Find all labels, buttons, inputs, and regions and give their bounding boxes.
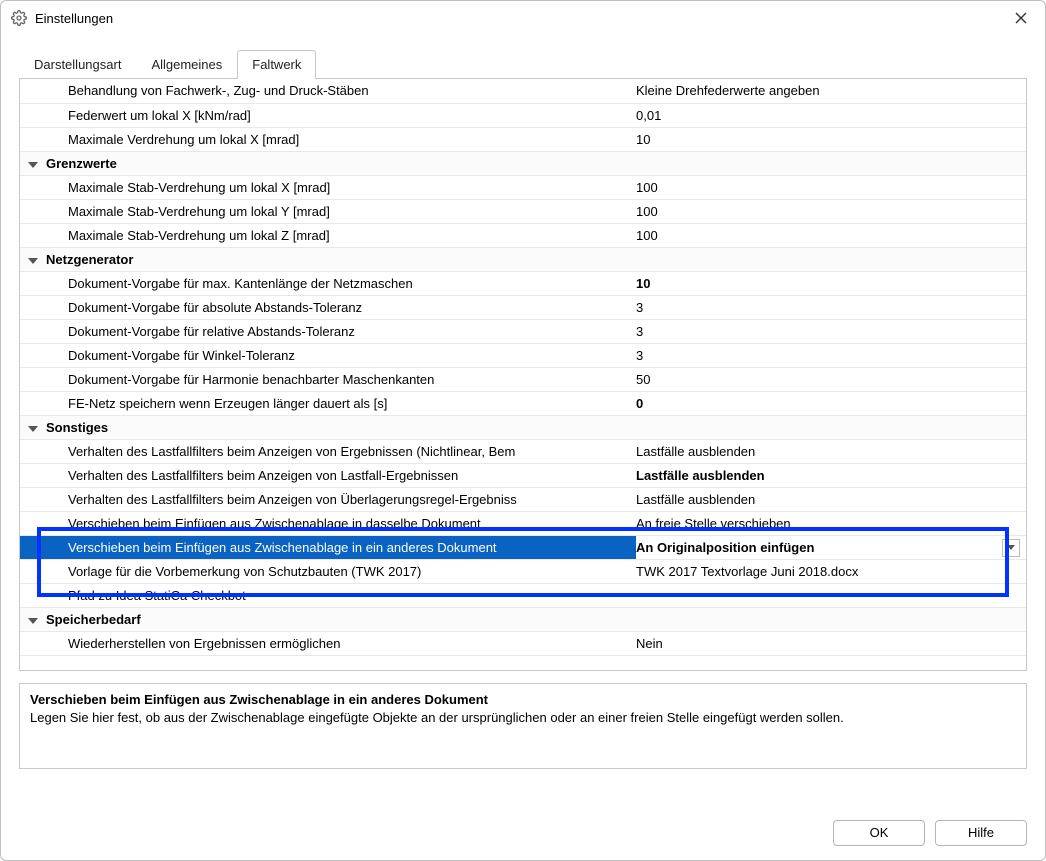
property-label: Dokument-Vorgabe für Harmonie benachbart…	[46, 367, 636, 391]
property-row[interactable]: Dokument-Vorgabe für absolute Abstands-T…	[20, 295, 1026, 319]
settings-panel: Behandlung von Fachwerk-, Zug- und Druck…	[19, 79, 1027, 671]
property-label: Verhalten des Lastfallfilters beim Anzei…	[46, 439, 636, 463]
property-value[interactable]: 3	[636, 319, 1026, 343]
description-box: Verschieben beim Einfügen aus Zwischenab…	[19, 683, 1027, 769]
property-row[interactable]: Wiederherstellen von Ergebnissen ermögli…	[20, 631, 1026, 655]
button-row: OK Hilfe	[833, 820, 1027, 846]
section-title: Speicherbedarf	[46, 607, 636, 631]
description-title: Verschieben beim Einfügen aus Zwischenab…	[30, 692, 1016, 707]
property-value[interactable]: Nein	[636, 631, 1026, 655]
property-value[interactable]: Lastfälle ausblenden	[636, 487, 1026, 511]
property-value[interactable]: Kleine Drehfederwerte angeben	[636, 79, 1026, 103]
property-label: Dokument-Vorgabe für max. Kantenlänge de…	[46, 271, 636, 295]
property-label: Maximale Stab-Verdrehung um lokal X [mra…	[46, 175, 636, 199]
property-row[interactable]: Verschieben beim Einfügen aus Zwischenab…	[20, 535, 1026, 559]
property-value[interactable]	[636, 583, 1026, 607]
section-title: Grenzwerte	[46, 151, 636, 175]
section-header[interactable]: Grenzwerte	[20, 151, 1026, 175]
property-row[interactable]: Verschieben beim Einfügen aus Zwischenab…	[20, 511, 1026, 535]
property-label: Verschieben beim Einfügen aus Zwischenab…	[46, 535, 636, 559]
property-value[interactable]: 0,01	[636, 103, 1026, 127]
property-row[interactable]: Maximale Stab-Verdrehung um lokal Y [mra…	[20, 199, 1026, 223]
property-row[interactable]: Behandlung von Fachwerk-, Zug- und Druck…	[20, 79, 1026, 103]
property-value[interactable]: An Originalposition einfügen	[636, 535, 1026, 559]
gear-icon	[11, 10, 27, 26]
property-value[interactable]: 10	[636, 127, 1026, 151]
property-label: Pfad zu Idea StatiCa Checkbot	[46, 583, 636, 607]
section-header[interactable]: Netzgenerator	[20, 247, 1026, 271]
tab-darstellungsart[interactable]: Darstellungsart	[19, 50, 136, 79]
dropdown-icon[interactable]	[1002, 539, 1020, 557]
property-value[interactable]: 100	[636, 175, 1026, 199]
property-label: Behandlung von Fachwerk-, Zug- und Druck…	[46, 79, 636, 103]
tab-bar: Darstellungsart Allgemeines Faltwerk	[19, 49, 1027, 79]
help-button[interactable]: Hilfe	[935, 820, 1027, 846]
property-value[interactable]: 3	[636, 295, 1026, 319]
property-row[interactable]: Federwert um lokal X [kNm/rad]0,01	[20, 103, 1026, 127]
property-label: Maximale Stab-Verdrehung um lokal Y [mra…	[46, 199, 636, 223]
property-label: Wiederherstellen von Ergebnissen ermögli…	[46, 631, 636, 655]
property-label: FE-Netz speichern wenn Erzeugen länger d…	[46, 391, 636, 415]
property-value[interactable]: 50	[636, 367, 1026, 391]
property-label: Maximale Stab-Verdrehung um lokal Z [mra…	[46, 223, 636, 247]
property-row[interactable]: Maximale Stab-Verdrehung um lokal X [mra…	[20, 175, 1026, 199]
section-title: Netzgenerator	[46, 247, 636, 271]
property-row[interactable]: FE-Netz speichern wenn Erzeugen länger d…	[20, 391, 1026, 415]
property-row[interactable]: Vorlage für die Vorbemerkung von Schutzb…	[20, 559, 1026, 583]
property-value[interactable]: 100	[636, 199, 1026, 223]
title-bar: Einstellungen	[1, 1, 1045, 35]
window-title: Einstellungen	[35, 11, 113, 26]
property-row[interactable]: Maximale Verdrehung um lokal X [mrad]10	[20, 127, 1026, 151]
property-value[interactable]: An freie Stelle verschieben	[636, 511, 1026, 535]
property-label: Vorlage für die Vorbemerkung von Schutzb…	[46, 559, 636, 583]
description-body: Legen Sie hier fest, ob aus der Zwischen…	[30, 709, 1016, 727]
property-row[interactable]: Verhalten des Lastfallfilters beim Anzei…	[20, 463, 1026, 487]
section-title: Sonstiges	[46, 415, 636, 439]
close-icon[interactable]	[1007, 4, 1035, 32]
ok-button[interactable]: OK	[833, 820, 925, 846]
property-row[interactable]: Pfad zu Idea StatiCa Checkbot	[20, 583, 1026, 607]
property-label: Verhalten des Lastfallfilters beim Anzei…	[46, 463, 636, 487]
tab-allgemeines[interactable]: Allgemeines	[136, 50, 237, 79]
property-label: Verhalten des Lastfallfilters beim Anzei…	[46, 487, 636, 511]
property-label: Dokument-Vorgabe für relative Abstands-T…	[46, 319, 636, 343]
property-row[interactable]: Dokument-Vorgabe für relative Abstands-T…	[20, 319, 1026, 343]
property-row[interactable]: Maximale Stab-Verdrehung um lokal Z [mra…	[20, 223, 1026, 247]
property-label: Federwert um lokal X [kNm/rad]	[46, 103, 636, 127]
tab-faltwerk[interactable]: Faltwerk	[237, 50, 316, 79]
property-value[interactable]: Lastfälle ausblenden	[636, 463, 1026, 487]
property-label: Verschieben beim Einfügen aus Zwischenab…	[46, 511, 636, 535]
property-grid: Behandlung von Fachwerk-, Zug- und Druck…	[20, 79, 1026, 656]
property-row[interactable]: Dokument-Vorgabe für Winkel-Toleranz3	[20, 343, 1026, 367]
property-value[interactable]: 3	[636, 343, 1026, 367]
property-value[interactable]: 10	[636, 271, 1026, 295]
property-row[interactable]: Dokument-Vorgabe für max. Kantenlänge de…	[20, 271, 1026, 295]
property-label: Dokument-Vorgabe für absolute Abstands-T…	[46, 295, 636, 319]
property-row[interactable]: Dokument-Vorgabe für Harmonie benachbart…	[20, 367, 1026, 391]
property-value[interactable]: 100	[636, 223, 1026, 247]
property-value[interactable]: TWK 2017 Textvorlage Juni 2018.docx	[636, 559, 1026, 583]
section-header[interactable]: Speicherbedarf	[20, 607, 1026, 631]
property-row[interactable]: Verhalten des Lastfallfilters beim Anzei…	[20, 439, 1026, 463]
property-row[interactable]: Verhalten des Lastfallfilters beim Anzei…	[20, 487, 1026, 511]
section-header[interactable]: Sonstiges	[20, 415, 1026, 439]
property-value[interactable]: 0	[636, 391, 1026, 415]
property-label: Maximale Verdrehung um lokal X [mrad]	[46, 127, 636, 151]
property-label: Dokument-Vorgabe für Winkel-Toleranz	[46, 343, 636, 367]
property-value[interactable]: Lastfälle ausblenden	[636, 439, 1026, 463]
